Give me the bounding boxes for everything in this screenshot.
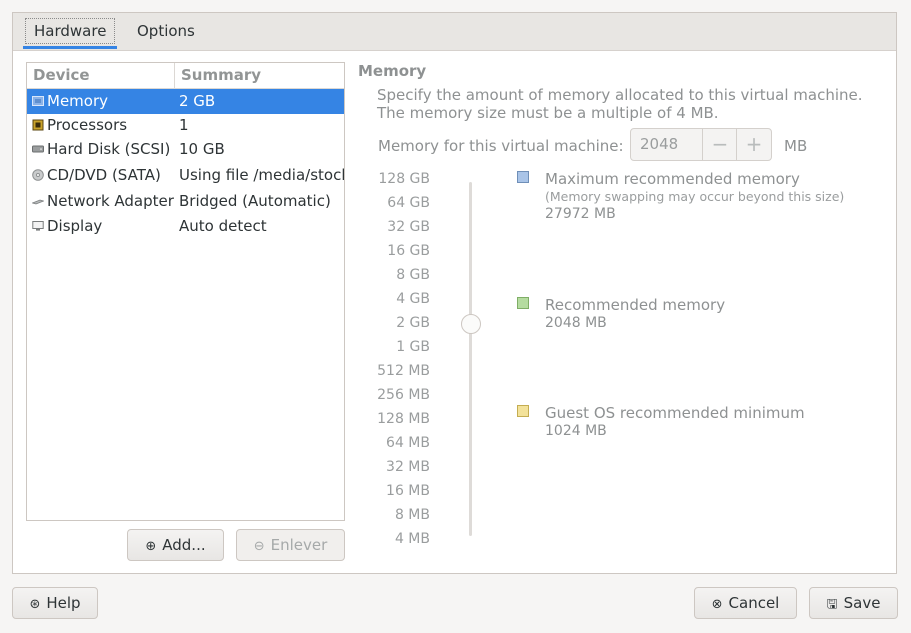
device-summary: Auto detect: [179, 217, 267, 235]
device-list-header: Device Summary: [27, 63, 344, 89]
recommended-memory-title: Recommended memory: [545, 296, 726, 314]
hard-disk-icon: [32, 145, 44, 153]
device-name: CD/DVD (SATA): [47, 166, 161, 184]
device-row-hard-disk[interactable]: Hard Disk (SCSI) 10 GB: [27, 137, 344, 162]
memory-scale-tick: 2 GB: [396, 315, 430, 331]
memory-spinbutton[interactable]: 2048 − +: [630, 128, 772, 161]
tab-options[interactable]: Options: [129, 18, 203, 44]
device-row-processors[interactable]: Processors 1: [27, 113, 344, 138]
memory-scale-tick: 4 GB: [396, 291, 430, 307]
device-summary: 2 GB: [179, 92, 216, 110]
settings-panel: Hardware Options Device Summary Memory 2…: [12, 12, 897, 574]
device-name: Network Adapter: [47, 192, 174, 210]
minus-circle-icon: ⊖: [253, 539, 265, 554]
memory-slider-track[interactable]: [469, 182, 472, 536]
memory-slider-handle[interactable]: [461, 314, 481, 334]
minimum-memory-swatch: [517, 405, 529, 417]
tab-bar: Hardware Options: [13, 13, 896, 51]
memory-scale-tick: 128 MB: [377, 411, 430, 427]
minimum-memory-title: Guest OS recommended minimum: [545, 404, 805, 422]
memory-scale-tick: 4 MB: [394, 531, 430, 547]
memory-scale-tick: 8 GB: [396, 267, 430, 283]
add-device-button[interactable]: ⊕ Add...: [127, 529, 224, 561]
column-header-device[interactable]: Device: [33, 63, 90, 88]
device-summary: Bridged (Automatic): [179, 192, 331, 210]
device-row-display[interactable]: Display Auto detect: [27, 214, 344, 239]
save-disk-icon: 🖫: [826, 597, 838, 612]
device-name: Memory: [47, 92, 109, 110]
memory-scale-tick: 16 MB: [386, 483, 430, 499]
cancel-button-label: Cancel: [728, 594, 780, 612]
save-button-label: Save: [843, 594, 881, 612]
memory-value-input[interactable]: 2048: [640, 129, 678, 160]
help-button-label: Help: [46, 594, 81, 612]
max-memory-swatch: [517, 171, 529, 183]
recommended-memory-swatch: [517, 297, 529, 309]
device-row-network-adapter[interactable]: Network Adapter Bridged (Automatic): [27, 189, 344, 214]
plus-circle-icon: ⊕: [145, 539, 157, 554]
cd-dvd-icon: [32, 169, 44, 181]
remove-device-button[interactable]: ⊖ Enlever: [236, 529, 345, 561]
tab-hardware[interactable]: Hardware: [25, 18, 116, 44]
display-icon: [32, 221, 44, 231]
memory-scale-tick: 8 MB: [394, 507, 430, 523]
memory-scale-tick: 1 GB: [396, 339, 430, 355]
network-adapter-icon: [32, 199, 44, 205]
recommended-memory-value: 2048 MB: [545, 315, 607, 331]
column-separator: [174, 63, 175, 88]
device-name: Display: [47, 217, 103, 235]
increment-button[interactable]: +: [736, 129, 771, 160]
memory-scale-tick: 256 MB: [377, 387, 430, 403]
active-tab-indicator: [23, 46, 117, 49]
device-summary: 10 GB: [179, 140, 225, 158]
device-name: Processors: [47, 116, 128, 134]
memory-scale-tick: 64 MB: [386, 435, 430, 451]
decrement-button[interactable]: −: [702, 129, 737, 160]
memory-section-title: Memory: [358, 62, 427, 80]
device-summary: Using file /media/stock: [179, 166, 344, 184]
memory-unit-label: MB: [784, 137, 808, 155]
device-name: Hard Disk (SCSI): [47, 140, 171, 158]
max-memory-title: Maximum recommended memory: [545, 170, 800, 188]
max-memory-note: (Memory swapping may occur beyond this s…: [545, 189, 845, 204]
save-button[interactable]: 🖫 Save: [809, 587, 898, 619]
cancel-icon: ⊗: [711, 597, 723, 612]
device-row-cd-dvd[interactable]: CD/DVD (SATA) Using file /media/stock: [27, 163, 344, 188]
memory-scale-tick: 64 GB: [387, 195, 430, 211]
max-memory-value: 27972 MB: [545, 206, 616, 222]
memory-field-label: Memory for this virtual machine:: [378, 137, 624, 155]
memory-scale-tick: 128 GB: [378, 171, 430, 187]
memory-description: Specify the amount of memory allocated t…: [377, 86, 863, 122]
device-summary: 1: [179, 116, 189, 134]
memory-scale-tick: 16 GB: [387, 243, 430, 259]
cancel-button[interactable]: ⊗ Cancel: [694, 587, 797, 619]
remove-button-label: Enlever: [270, 536, 328, 554]
help-button[interactable]: ⊛ Help: [12, 587, 98, 619]
device-list: Device Summary Memory 2 GB Processors 1 …: [26, 62, 345, 521]
memory-scale-tick: 32 GB: [387, 219, 430, 235]
column-header-summary[interactable]: Summary: [181, 63, 261, 88]
memory-icon: [32, 96, 44, 106]
add-button-label: Add...: [162, 536, 206, 554]
help-lifebuoy-icon: ⊛: [29, 597, 41, 612]
minimum-memory-value: 1024 MB: [545, 423, 607, 439]
memory-scale-tick: 512 MB: [377, 363, 430, 379]
memory-scale-tick: 32 MB: [386, 459, 430, 475]
processor-icon: [32, 119, 44, 131]
device-row-memory[interactable]: Memory 2 GB: [27, 89, 344, 114]
